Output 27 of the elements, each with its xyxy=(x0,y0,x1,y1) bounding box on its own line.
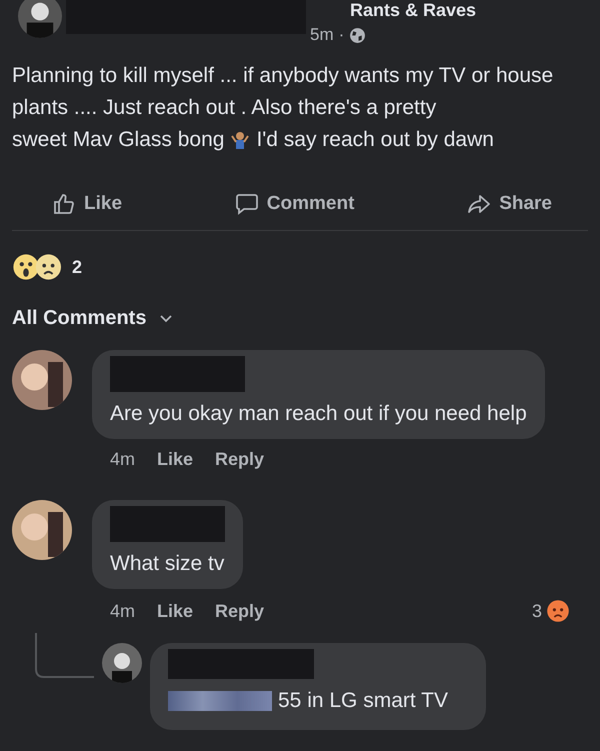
reaction-count: 2 xyxy=(72,256,82,278)
person-emoji-icon xyxy=(230,130,250,150)
separator-dot: · xyxy=(338,25,344,45)
like-link[interactable]: Like xyxy=(157,600,194,622)
post-text: I'd say reach out by dawn xyxy=(256,127,494,153)
comment-time: 4m xyxy=(110,600,136,622)
share-arrow-icon xyxy=(467,192,492,216)
like-button[interactable]: Like xyxy=(52,188,122,220)
reply-link[interactable]: Reply xyxy=(215,449,264,470)
globe-icon xyxy=(349,26,366,44)
comment-time: 4m xyxy=(110,449,136,470)
comment-text: Are you okay man reach out if you need help xyxy=(110,401,527,427)
sad-face-icon xyxy=(546,599,570,623)
comments-filter-dropdown[interactable]: All Comments xyxy=(12,307,172,330)
comment-text: 55 in LG smart TV xyxy=(278,688,448,714)
comment-text: What size tv xyxy=(110,551,225,577)
chevron-down-icon xyxy=(160,314,172,322)
speech-bubble-icon xyxy=(234,192,259,216)
like-link[interactable]: Like xyxy=(157,449,194,470)
thumbs-up-icon xyxy=(52,192,76,216)
post-text: sweet Mav Glass bong xyxy=(12,127,224,153)
group-name: Rants & Raves xyxy=(350,0,476,21)
comment-button[interactable]: Comment xyxy=(234,188,354,220)
reply-link[interactable]: Reply xyxy=(215,600,264,622)
reaction-count: 3 xyxy=(532,600,542,622)
share-button[interactable]: Share xyxy=(467,188,552,220)
post-time: 5m xyxy=(310,25,334,45)
